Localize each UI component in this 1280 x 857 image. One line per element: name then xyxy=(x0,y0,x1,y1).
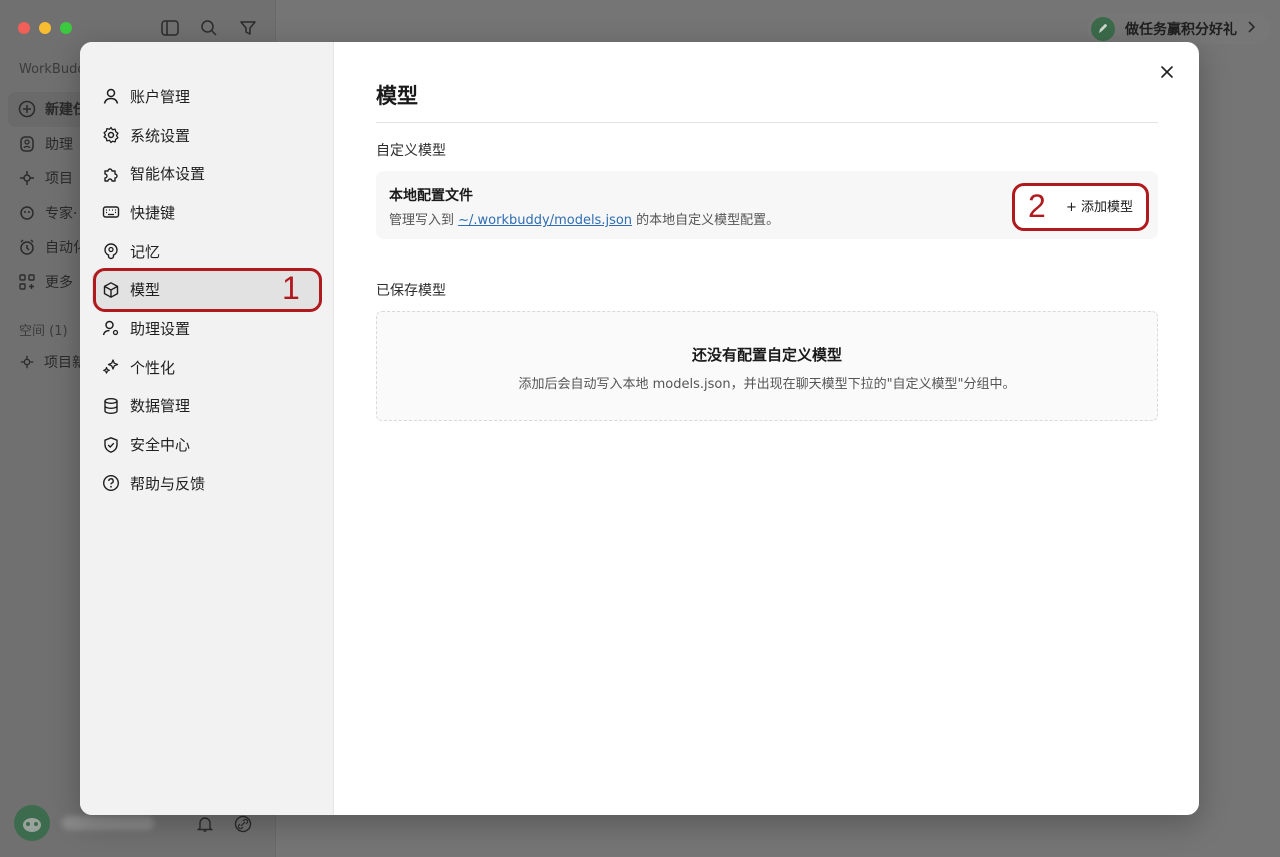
user-gear-icon xyxy=(102,321,119,336)
close-icon xyxy=(1161,66,1173,78)
expert-icon xyxy=(20,206,34,220)
settings-nav-label: 账户管理 xyxy=(130,87,191,106)
config-desc-prefix: 管理写入到 xyxy=(389,213,459,228)
empty-state: 还没有配置自定义模型 添加后会自动写入本地 models.json，并出现在聊天… xyxy=(376,311,1158,421)
help-icon xyxy=(102,475,120,492)
empty-state-subtitle: 添加后会自动写入本地 models.json，并出现在聊天模型下拉的"自定义模型… xyxy=(518,377,1016,392)
config-card-description: 管理写入到 ~/.workbuddy/models.json 的本地自定义模型配… xyxy=(389,209,779,228)
settings-nav-label: 记忆 xyxy=(130,242,161,261)
settings-nav-system[interactable]: 系统设置 xyxy=(92,116,322,155)
page-title: 模型 xyxy=(376,84,418,108)
close-button[interactable] xyxy=(1155,60,1179,84)
annotation-number-1: 1 xyxy=(282,270,300,306)
minimize-window-button[interactable] xyxy=(39,22,51,34)
avatar[interactable] xyxy=(14,805,50,841)
settings-nav: 账户管理 系统设置 智能体设置 快捷键 记忆 模型 助理设置 个性化 数据管理 … xyxy=(80,42,334,815)
assistant-icon xyxy=(20,136,34,152)
config-card-title: 本地配置文件 xyxy=(389,188,473,204)
settings-nav-label: 数据管理 xyxy=(130,397,191,416)
search-icon[interactable] xyxy=(199,18,219,38)
plus-circle-icon xyxy=(18,101,36,118)
settings-nav-label: 智能体设置 xyxy=(130,165,206,184)
app-nav-label: 更多 xyxy=(45,274,73,291)
top-toolbar xyxy=(160,18,258,38)
puzzle-icon xyxy=(104,168,118,182)
username-blurred xyxy=(62,816,154,830)
settings-nav-security[interactable]: 安全中心 xyxy=(92,425,322,464)
annotation-number-2: 2 xyxy=(1028,188,1046,224)
settings-nav-label: 帮助与反馈 xyxy=(130,474,206,493)
app-nav-label: 专家· xyxy=(45,205,78,222)
settings-nav-account[interactable]: 账户管理 xyxy=(92,77,322,116)
settings-nav-label: 助理设置 xyxy=(130,319,191,338)
project-icon xyxy=(20,355,34,369)
maximize-window-button[interactable] xyxy=(60,22,72,34)
settings-nav-shortcuts[interactable]: 快捷键 xyxy=(92,193,322,232)
sparkle-icon xyxy=(103,359,119,374)
grid-icon xyxy=(19,274,35,290)
promo-banner[interactable]: 做任务赢积分好礼 xyxy=(1087,14,1271,44)
app-nav-label: 助理 xyxy=(45,136,73,153)
space-label: 空间 (1) xyxy=(19,324,68,339)
settings-nav-label: 系统设置 xyxy=(130,126,191,145)
custom-models-heading: 自定义模型 xyxy=(376,143,446,159)
window-controls xyxy=(18,22,72,34)
rocket-icon xyxy=(1091,17,1115,41)
close-window-button[interactable] xyxy=(18,22,30,34)
settings-nav-help[interactable]: 帮助与反馈 xyxy=(92,464,322,503)
project-icon xyxy=(20,171,34,186)
gear-icon xyxy=(103,126,119,144)
user-icon xyxy=(103,89,119,105)
space-project-item[interactable]: 项目新 xyxy=(19,352,86,372)
sidebar-toggle-icon[interactable] xyxy=(160,18,180,38)
memory-icon xyxy=(104,243,118,260)
settings-nav-label: 个性化 xyxy=(130,358,176,377)
add-model-label: + 添加模型 xyxy=(1066,200,1134,215)
chevron-right-icon xyxy=(1247,21,1256,37)
config-path-link[interactable]: ~/.workbuddy/models.json xyxy=(458,213,632,228)
link-icon[interactable] xyxy=(234,815,254,835)
settings-nav-memory[interactable]: 记忆 xyxy=(92,232,322,271)
keyboard-icon xyxy=(102,206,120,219)
settings-nav-data[interactable]: 数据管理 xyxy=(92,387,322,426)
space-section-toggle[interactable]: 空间 (1) xyxy=(19,320,68,339)
settings-nav-assistant[interactable]: 助理设置 xyxy=(92,309,322,348)
settings-nav-personalize[interactable]: 个性化 xyxy=(92,348,322,387)
bell-icon[interactable] xyxy=(196,815,216,835)
settings-modal: 账户管理 系统设置 智能体设置 快捷键 记忆 模型 助理设置 个性化 数据管理 … xyxy=(80,42,1199,815)
settings-nav-label: 快捷键 xyxy=(130,203,176,222)
shield-icon xyxy=(104,436,118,453)
saved-models-heading: 已保存模型 xyxy=(376,283,446,299)
settings-nav-label: 安全中心 xyxy=(130,436,191,455)
database-icon xyxy=(104,397,118,414)
settings-nav-agent[interactable]: 智能体设置 xyxy=(92,154,322,193)
title-divider xyxy=(376,122,1158,123)
brand-name: WorkBudd xyxy=(19,62,86,77)
app-nav-label: 项目 xyxy=(45,171,73,188)
empty-state-title: 还没有配置自定义模型 xyxy=(691,346,842,364)
config-desc-suffix: 的本地自定义模型配置。 xyxy=(632,213,780,228)
alarm-icon xyxy=(20,239,34,255)
promo-label: 做任务赢积分好礼 xyxy=(1125,22,1237,38)
filter-icon[interactable] xyxy=(238,18,258,38)
